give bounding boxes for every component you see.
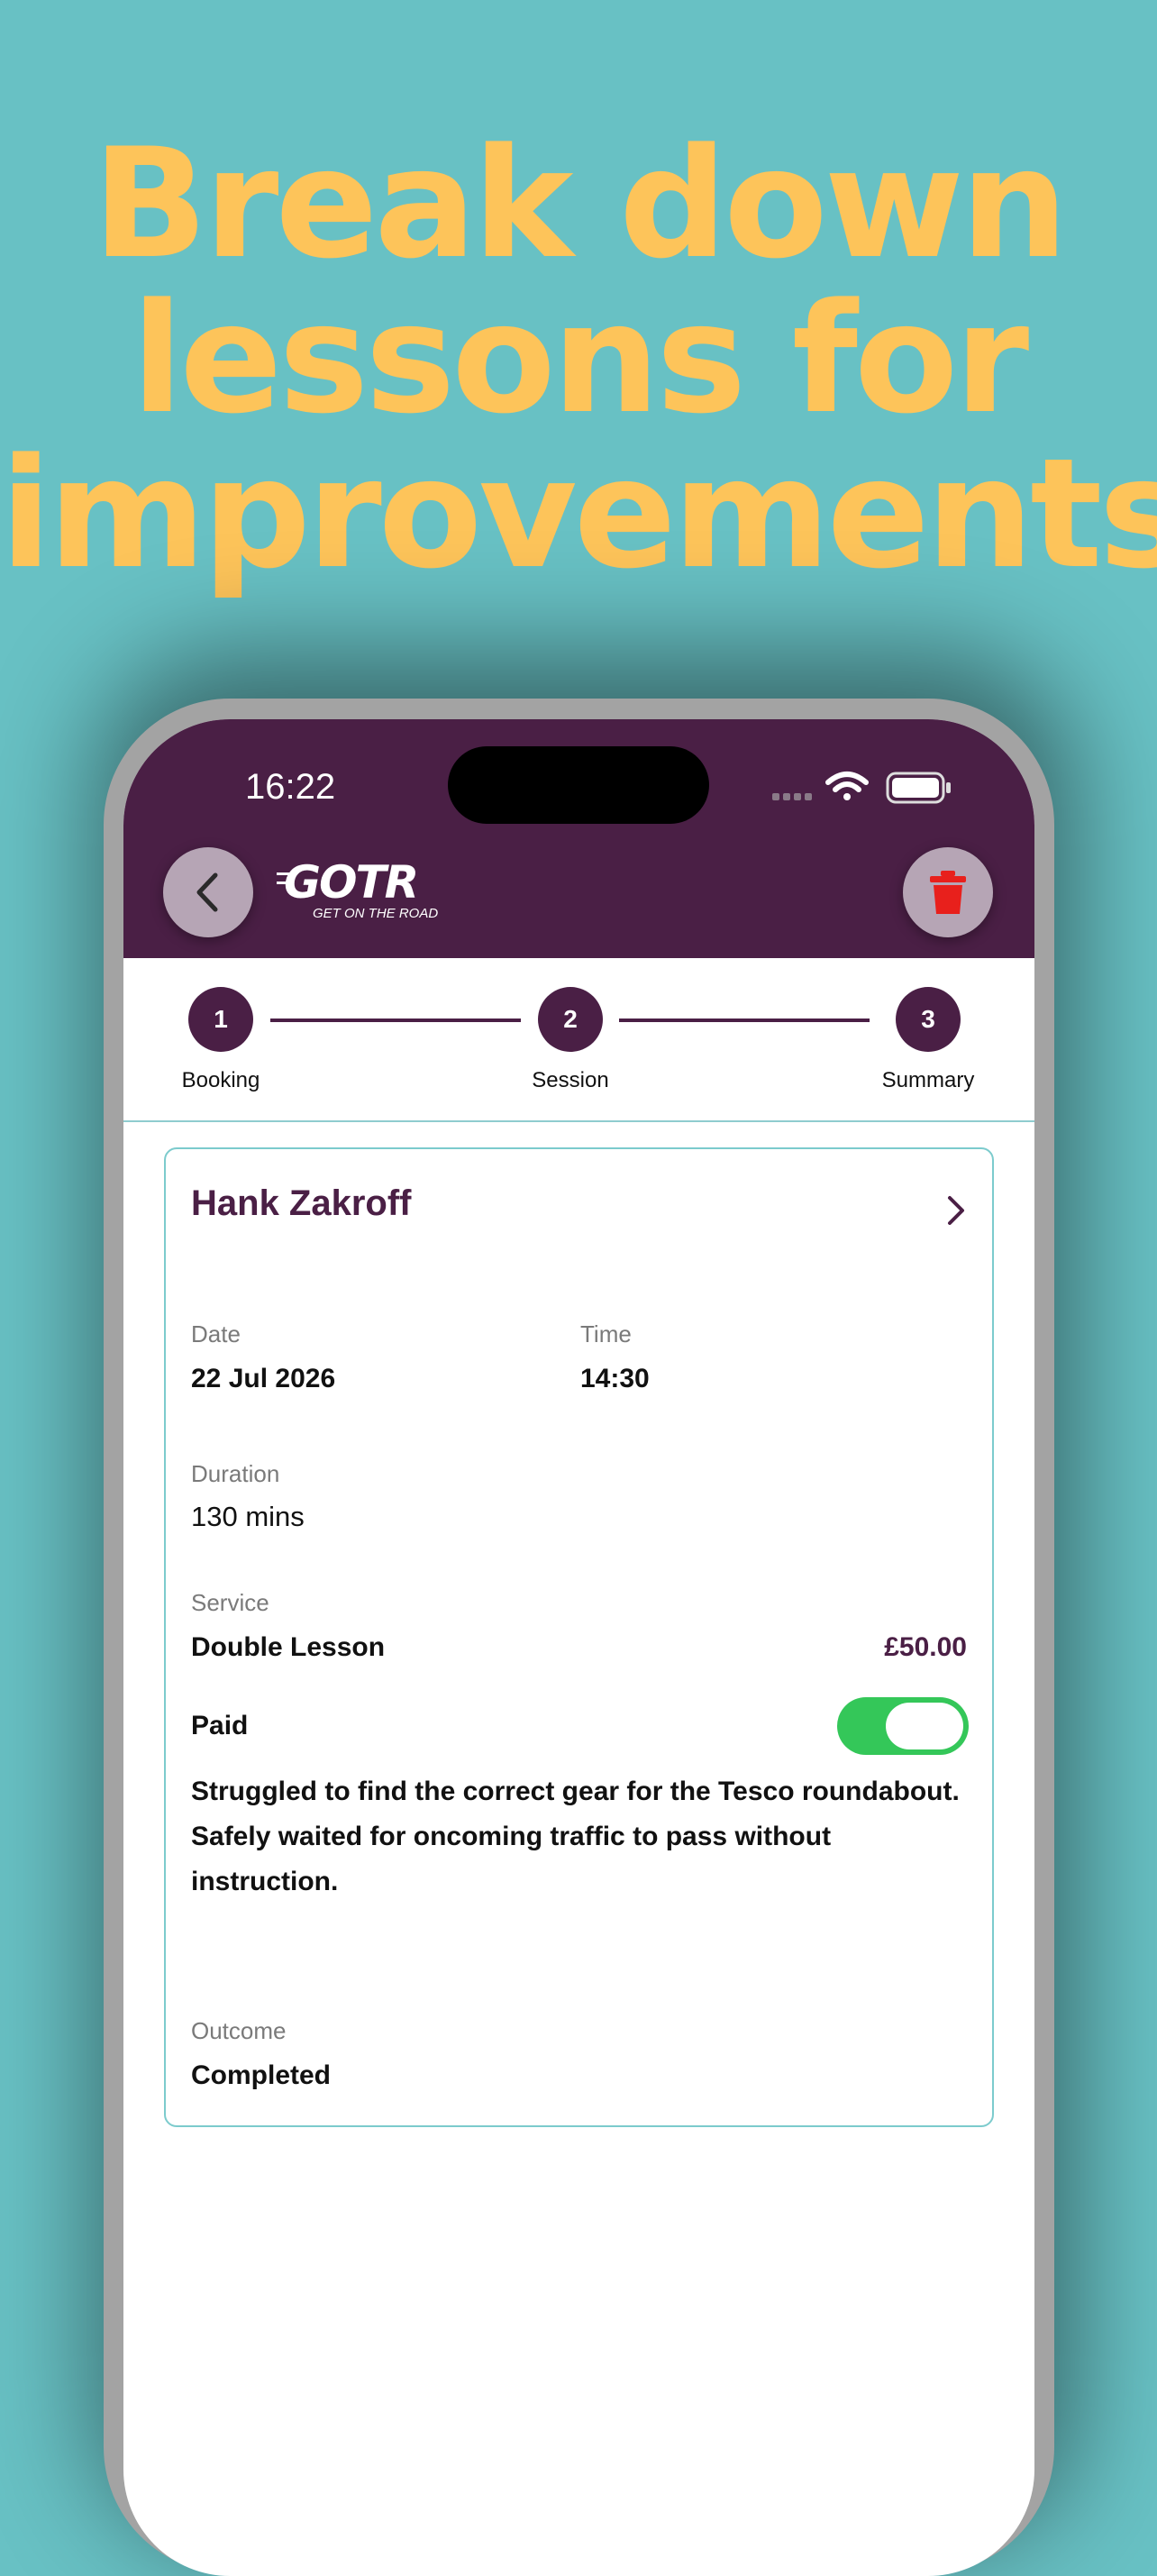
note-line: Struggled to find the correct gear for t… (191, 1777, 960, 1806)
outcome-label: Outcome (191, 2017, 287, 2044)
service-label: Service (191, 1589, 269, 1616)
app-header: 16:22 GOTR GET ON THE ROAD (123, 719, 1034, 958)
signal-icon (772, 793, 812, 800)
headline-line-1: Break down (92, 115, 1069, 292)
duration-value: 130 mins (191, 1501, 305, 1532)
lesson-card: Hank Zakroff Date 22 Jul 2026 Time 14:30… (164, 1147, 994, 2127)
delete-button[interactable] (903, 847, 993, 937)
status-time: 16:22 (245, 767, 336, 807)
headline-line-3: improvements (0, 425, 1157, 602)
headline-line-2: lessons for (131, 270, 1029, 447)
date-value: 22 Jul 2026 (191, 1364, 336, 1393)
battery-icon (886, 772, 951, 804)
step-3-circle[interactable]: 3 (896, 987, 961, 1052)
step-1-label: Booking (181, 1068, 260, 1092)
service-value: Double Lesson (191, 1632, 386, 1662)
step-connector (270, 1019, 521, 1022)
svg-text:GOTR: GOTR (284, 856, 417, 909)
note-line: Safely waited for oncoming traffic to pa… (191, 1822, 832, 1896)
step-connector (619, 1019, 870, 1022)
service-price: £50.00 (884, 1632, 967, 1662)
svg-text:GET ON THE ROAD: GET ON THE ROAD (313, 906, 438, 921)
progress-stepper: 1 Booking 2 Session 3 Summary (123, 958, 1034, 1122)
back-button[interactable] (163, 847, 253, 937)
toggle-knob (886, 1703, 963, 1749)
status-icons (772, 772, 951, 804)
date-label: Date (191, 1320, 241, 1347)
duration-label: Duration (191, 1460, 280, 1487)
paid-toggle[interactable] (837, 1697, 969, 1755)
phone-screen: 16:22 GOTR GET ON THE ROAD 1 Booking 2 S… (123, 719, 1034, 2576)
trash-icon (930, 871, 966, 914)
step-2-circle[interactable]: 2 (538, 987, 603, 1052)
chevron-left-icon (196, 872, 218, 912)
gotr-logo: GOTR GET ON THE ROAD (277, 856, 438, 921)
step-3-label: Summary (881, 1068, 975, 1092)
step-2-label: Session (532, 1068, 609, 1092)
dynamic-island (448, 746, 709, 824)
client-name[interactable]: Hank Zakroff (191, 1183, 412, 1224)
time-value: 14:30 (580, 1364, 650, 1393)
promo-headline: Break down lessons for improvements (0, 126, 1157, 591)
chevron-right-icon[interactable] (943, 1192, 970, 1229)
paid-label: Paid (191, 1711, 249, 1740)
wifi-icon (825, 772, 869, 800)
time-label: Time (580, 1320, 632, 1347)
step-1-circle[interactable]: 1 (188, 987, 253, 1052)
outcome-value: Completed (191, 2060, 332, 2090)
lesson-notes: Struggled to find the correct gear for t… (191, 1769, 966, 1905)
